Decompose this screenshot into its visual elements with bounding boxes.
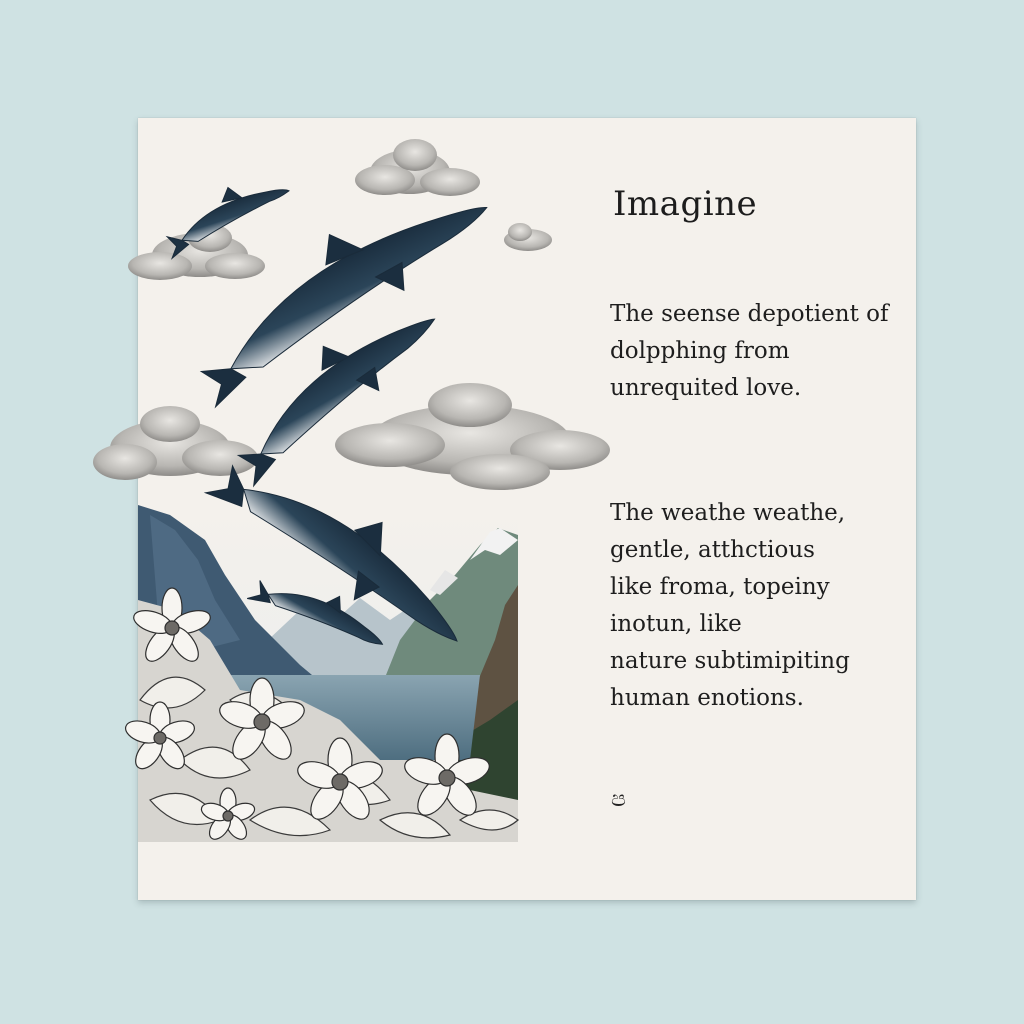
poem-title: Imagine [613,184,758,224]
poem-stanza-1: The seense depotient of dolpphing from u… [610,301,889,401]
poem-stanza-2: The weathe weathe, gentle, atthctious li… [610,500,850,711]
ornament-glyph: ප [611,786,626,811]
